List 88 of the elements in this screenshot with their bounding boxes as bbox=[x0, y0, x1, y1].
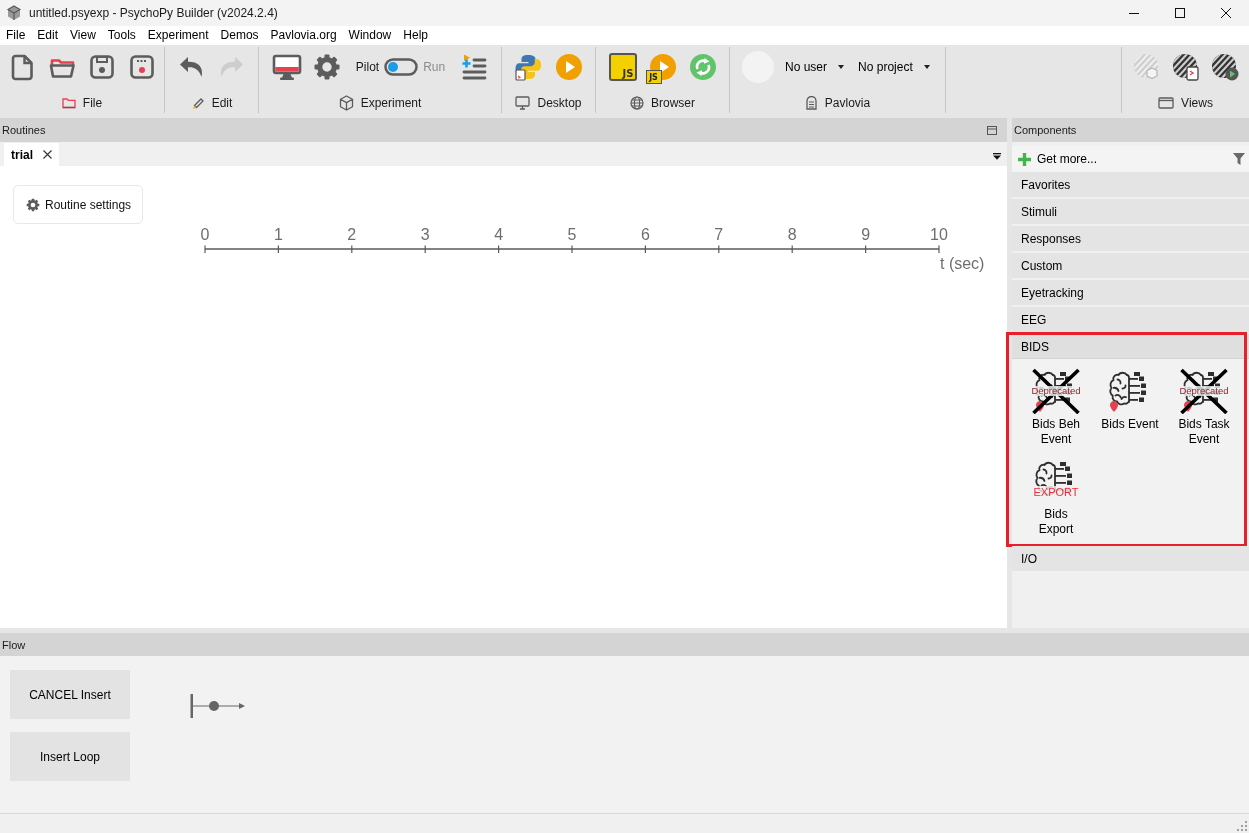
logo-icon bbox=[804, 95, 818, 111]
tick-label: 7 bbox=[714, 226, 724, 244]
list-plus-icon[interactable] bbox=[460, 53, 489, 81]
category-header[interactable]: EEG bbox=[1012, 307, 1249, 332]
tick-label: 2 bbox=[347, 226, 357, 244]
monitor-icon[interactable] bbox=[271, 53, 302, 81]
striped-logo-play-icon[interactable] bbox=[1210, 53, 1239, 81]
toolbar-group-label: File bbox=[82, 96, 103, 110]
category-header[interactable]: Eyetracking bbox=[1012, 280, 1249, 305]
tick-label: 9 bbox=[861, 226, 871, 244]
routine-tab[interactable]: trial bbox=[4, 143, 59, 166]
save-icon[interactable] bbox=[88, 53, 116, 81]
category-header[interactable]: Stimuli bbox=[1012, 199, 1249, 224]
menu-item[interactable]: View bbox=[64, 26, 102, 45]
category-header[interactable]: I/O bbox=[1012, 546, 1249, 571]
app-logo-icon bbox=[6, 5, 22, 21]
icon-overlay-text: EXPORT bbox=[1032, 486, 1080, 499]
window-icon bbox=[1158, 97, 1175, 109]
close-icon bbox=[1221, 8, 1231, 18]
caret-icon bbox=[838, 65, 845, 69]
toolbar-group-label: Edit bbox=[211, 96, 233, 110]
settings-icon[interactable] bbox=[312, 53, 341, 81]
menu-item[interactable]: Help bbox=[397, 26, 434, 45]
component-tile[interactable]: Deprecated Bids Task Event bbox=[1167, 366, 1241, 447]
striped-logo-code-icon[interactable] bbox=[1171, 53, 1200, 81]
tick-label: 1 bbox=[273, 226, 283, 244]
filter-icon[interactable] bbox=[1233, 153, 1245, 165]
menu-item[interactable]: Edit bbox=[31, 26, 65, 45]
menu-item[interactable]: Demos bbox=[214, 26, 265, 45]
tick-label: 6 bbox=[640, 226, 650, 244]
toolbar-group-label: Desktop bbox=[537, 96, 582, 110]
minimize-icon bbox=[1129, 12, 1139, 14]
folder-icon bbox=[61, 97, 76, 109]
menu-item[interactable]: Tools bbox=[101, 26, 142, 45]
menu-item[interactable]: File bbox=[0, 26, 32, 45]
icon-overlay-text: Deprecated bbox=[1030, 386, 1082, 397]
flow-line-icon bbox=[190, 693, 246, 719]
component-tile[interactable]: EXPORT Bids Export bbox=[1019, 456, 1093, 537]
toolbar-group-label: Browser bbox=[651, 96, 695, 110]
save-as-icon[interactable] bbox=[128, 53, 156, 81]
tick-label: 8 bbox=[787, 226, 797, 244]
mode-label: Run bbox=[423, 60, 446, 74]
menu-item[interactable]: Pavlovia.org bbox=[264, 26, 343, 45]
python-icon[interactable] bbox=[514, 53, 542, 81]
category-header[interactable]: Favorites bbox=[1012, 172, 1249, 197]
tick-label: 10 bbox=[930, 226, 948, 244]
tick-label: 0 bbox=[200, 226, 210, 244]
routine-settings-button[interactable]: Routine settings bbox=[13, 185, 143, 224]
run-js-button[interactable]: JS bbox=[648, 53, 677, 81]
tab-menu-caret-icon[interactable] bbox=[993, 153, 1001, 160]
component-tile[interactable]: Bids Event bbox=[1093, 366, 1167, 447]
component-tile[interactable]: Deprecated Bids Beh Event bbox=[1019, 366, 1093, 447]
flow-button[interactable]: Insert Loop bbox=[10, 732, 130, 781]
toolbar-group-label: Views bbox=[1181, 96, 1213, 110]
caret-icon bbox=[923, 65, 930, 69]
pane-title: Components bbox=[1014, 124, 1077, 136]
toolbar-group-label: Pavlovia bbox=[824, 96, 871, 110]
pilot-run-switch[interactable] bbox=[384, 58, 419, 76]
pencil-icon bbox=[190, 96, 205, 110]
user-dropdown[interactable]: No user bbox=[785, 60, 845, 74]
pane-title: Flow bbox=[2, 638, 26, 651]
settings-icon bbox=[26, 197, 40, 212]
toolbar-group-label: Experiment bbox=[360, 96, 422, 110]
cube-icon bbox=[338, 95, 354, 111]
window-title: untitled.psyexp - PsychoPy Builder (v2024.2.4) bbox=[29, 6, 278, 20]
axis-unit-label: t (sec) bbox=[940, 255, 985, 273]
maximize-icon bbox=[1175, 8, 1185, 18]
tick-label: 3 bbox=[420, 226, 430, 244]
monitor-icon bbox=[515, 96, 531, 110]
menu-item[interactable]: Experiment bbox=[141, 26, 215, 45]
compile-js-button[interactable]: JS bbox=[608, 53, 637, 81]
pane-title: Routines bbox=[2, 124, 46, 136]
tick-label: 4 bbox=[494, 226, 504, 244]
category-header[interactable]: Custom bbox=[1012, 253, 1249, 278]
plus-icon bbox=[1018, 152, 1031, 166]
tick-label: 5 bbox=[567, 226, 577, 244]
project-dropdown[interactable]: No project bbox=[858, 60, 930, 74]
globe-icon bbox=[630, 96, 644, 110]
icon-overlay-text: Deprecated bbox=[1178, 386, 1230, 397]
resize-grip-icon[interactable] bbox=[1237, 821, 1247, 831]
get-more-button[interactable]: Get more... bbox=[1018, 152, 1098, 166]
close-icon[interactable] bbox=[43, 150, 52, 159]
mode-label: Pilot bbox=[355, 60, 380, 74]
flow-button[interactable]: CANCEL Insert bbox=[10, 670, 130, 719]
category-header[interactable]: Responses bbox=[1012, 226, 1249, 251]
maximize-pane-icon[interactable] bbox=[987, 125, 997, 135]
category-header[interactable]: BIDS bbox=[1012, 334, 1249, 359]
menu-item[interactable]: Window bbox=[342, 26, 398, 45]
